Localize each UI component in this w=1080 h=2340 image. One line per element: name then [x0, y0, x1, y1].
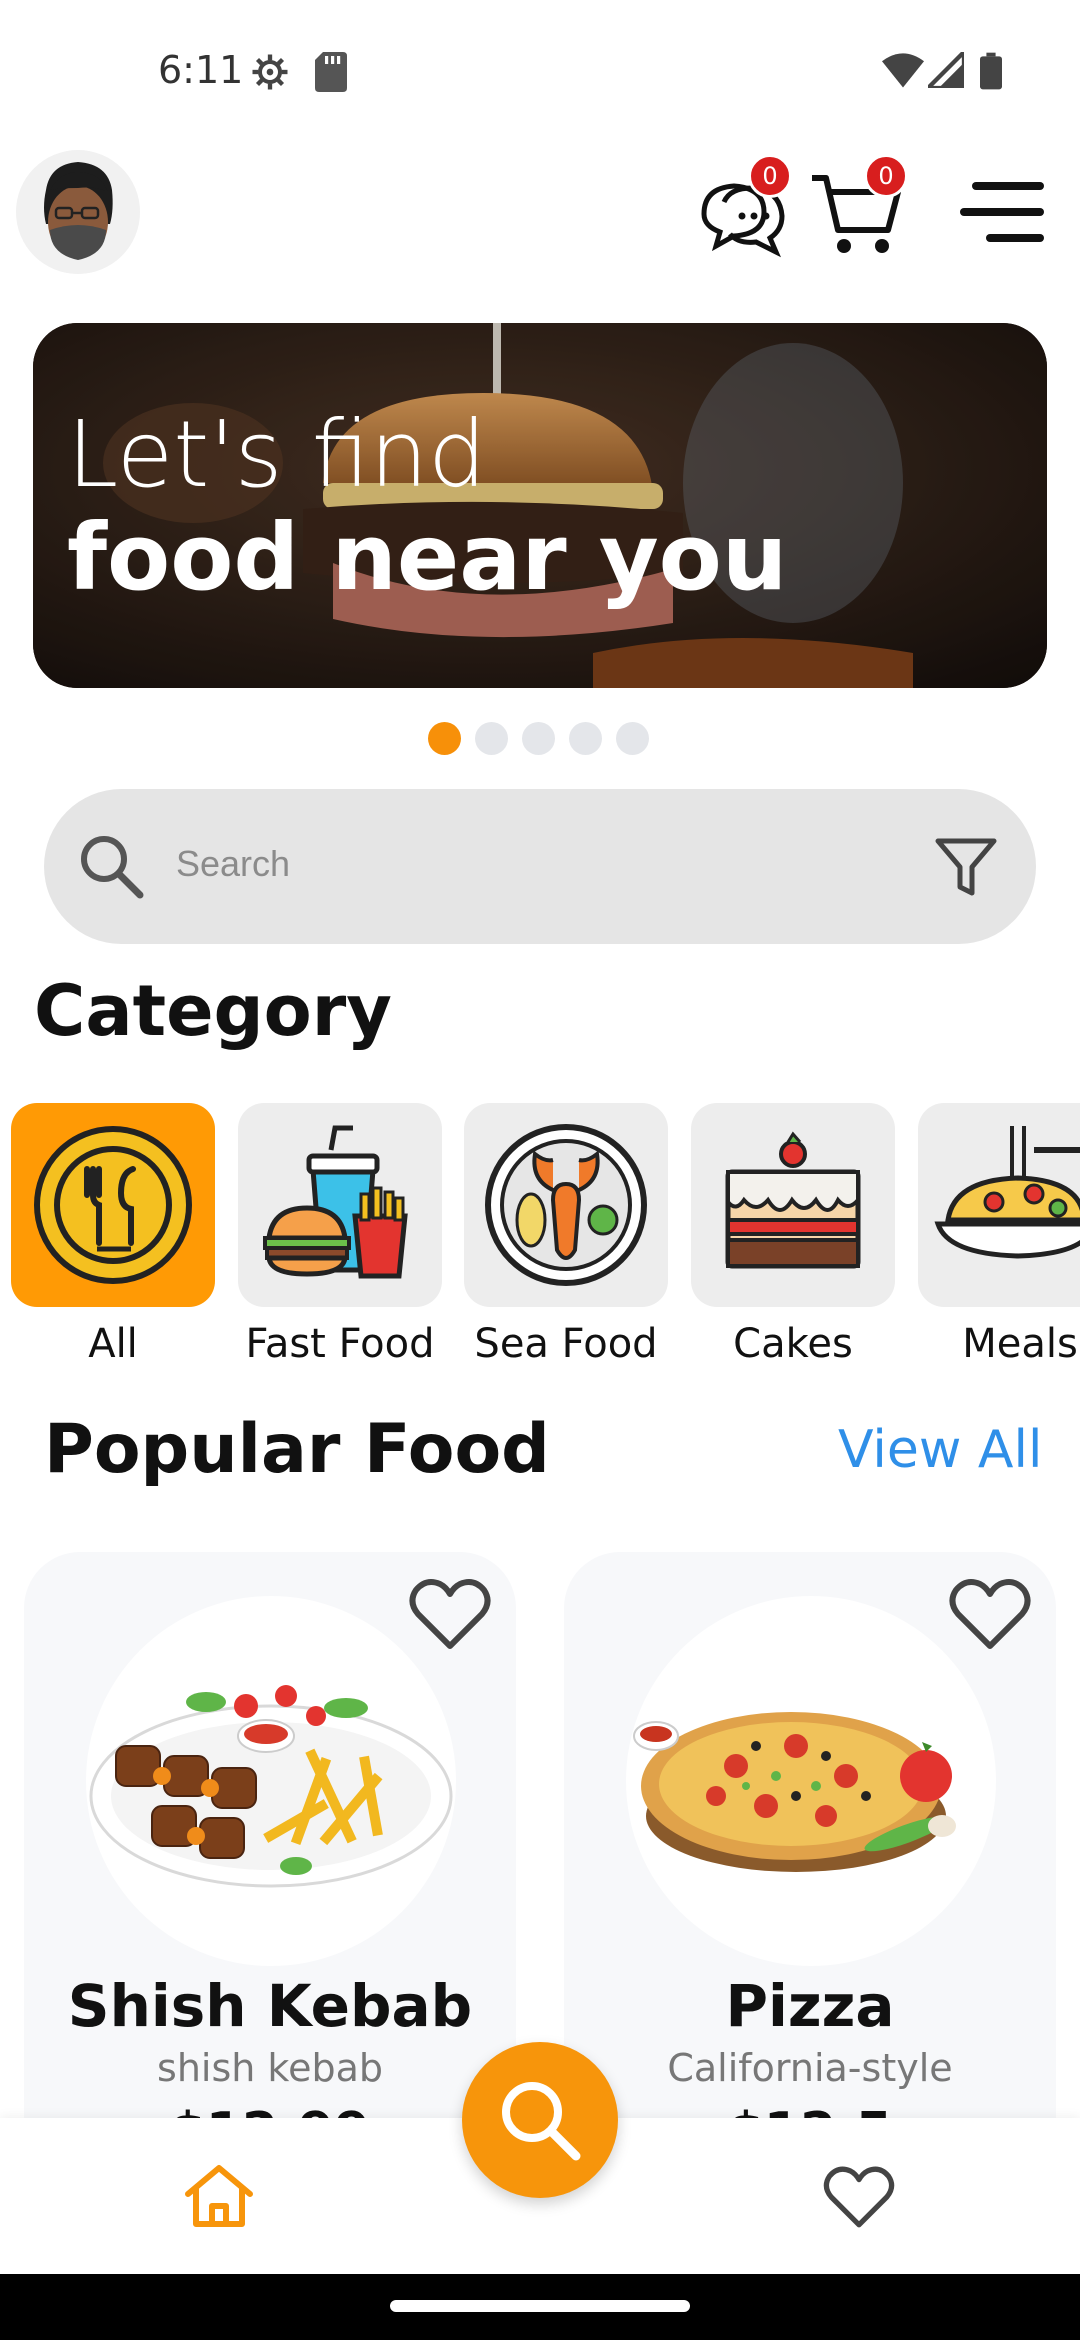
cutlery-plate-icon [34, 1126, 192, 1284]
avatar-image [16, 150, 140, 274]
home-icon[interactable] [182, 2162, 256, 2230]
popular-food-title: Popular Food [44, 1410, 550, 1489]
food-name: Shish Kebab [67, 1972, 473, 2040]
status-time: 6:11 [158, 48, 244, 92]
food-image-frame [626, 1596, 996, 1966]
pizza-image [633, 1712, 956, 1872]
search-bar[interactable]: Search [44, 789, 1036, 944]
pagination-dot[interactable] [569, 722, 602, 755]
spaghetti-icon [934, 1126, 1080, 1259]
category-item-cakes[interactable]: Cakes [691, 1103, 895, 1367]
search-icon [502, 2082, 581, 2161]
food-image-frame [86, 1596, 456, 1966]
food-name: Pizza [725, 1972, 895, 2040]
cart-button[interactable]: 0 [808, 154, 908, 258]
food-card-pizza[interactable]: Pizza California-style $12.5 [564, 1552, 1056, 2192]
banner-line-1: Let's find [67, 401, 487, 508]
settings-gear-icon [252, 54, 288, 90]
category-tile [238, 1103, 442, 1307]
category-label: All [88, 1321, 138, 1367]
cart-badge: 0 [864, 154, 908, 198]
heart-icon[interactable] [822, 2164, 896, 2230]
category-item-fast-food[interactable]: Fast Food [238, 1103, 442, 1367]
search-fab-button[interactable] [462, 2042, 618, 2198]
cell-signal-icon [928, 52, 964, 88]
status-bar: 6:11 [0, 0, 1080, 140]
category-tile [11, 1103, 215, 1307]
profile-avatar[interactable] [16, 150, 140, 274]
category-label: Sea Food [474, 1321, 658, 1367]
view-all-link[interactable]: View All [838, 1420, 1042, 1480]
favorite-heart-icon[interactable] [408, 1576, 492, 1652]
pagination-dot[interactable] [428, 722, 461, 755]
food-card-shish-kebab[interactable]: Shish Kebab shish kebab $12.99 [24, 1552, 516, 2192]
sd-card-icon [315, 52, 347, 92]
burger-drink-fries-icon [263, 1125, 408, 1279]
category-tile [918, 1103, 1080, 1307]
banner-title: Let's find food near you [67, 403, 787, 609]
home-gesture-handle[interactable] [390, 2300, 690, 2312]
filter-icon[interactable] [934, 835, 998, 899]
search-icon [81, 836, 144, 899]
category-item-meals[interactable]: Meals [918, 1103, 1080, 1367]
category-tile [691, 1103, 895, 1307]
lobster-plate-icon [485, 1124, 647, 1286]
category-item-all[interactable]: All [11, 1103, 215, 1367]
category-label: Fast Food [245, 1321, 435, 1367]
category-label: Meals [962, 1321, 1078, 1367]
cake-icon [725, 1131, 861, 1269]
pagination-dot[interactable] [522, 722, 555, 755]
messages-badge: 0 [748, 154, 792, 198]
pagination-dot[interactable] [475, 722, 508, 755]
messages-button[interactable]: 0 [690, 154, 792, 258]
favorite-heart-icon[interactable] [948, 1576, 1032, 1652]
food-subtitle: California-style [667, 2046, 953, 2090]
category-tile [464, 1103, 668, 1307]
battery-icon [980, 52, 1002, 90]
pagination-dot[interactable] [616, 722, 649, 755]
banner-line-2: food near you [67, 504, 788, 612]
category-title: Category [34, 970, 392, 1052]
menu-button[interactable] [958, 180, 1048, 244]
hamburger-menu-icon [960, 182, 1044, 242]
promo-banner[interactable]: Let's find food near you [33, 323, 1047, 688]
food-subtitle: shish kebab [157, 2046, 383, 2090]
search-input[interactable]: Search [176, 843, 290, 885]
wifi-icon [882, 53, 924, 88]
category-item-sea-food[interactable]: Sea Food [464, 1103, 668, 1367]
category-label: Cakes [733, 1321, 853, 1367]
shish-kebab-image [89, 1685, 453, 1888]
banner-pagination [428, 722, 649, 755]
